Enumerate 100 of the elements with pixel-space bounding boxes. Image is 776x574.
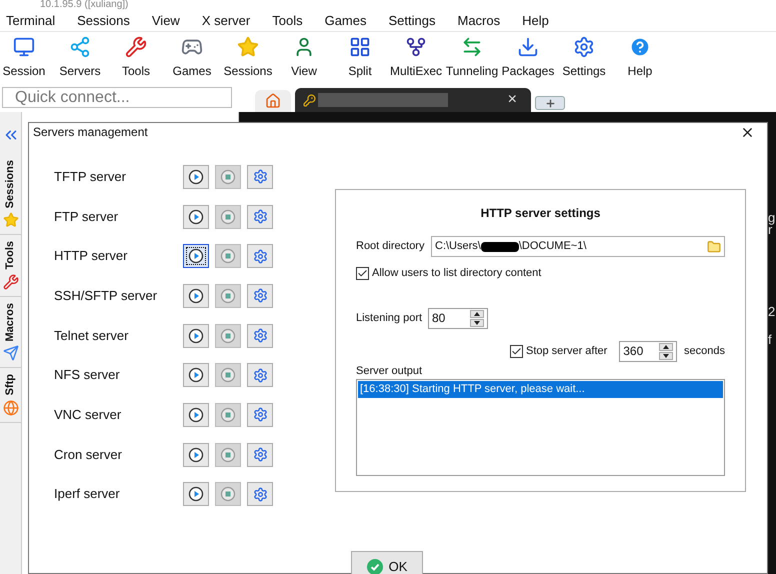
toolbar-button[interactable]: Help: [612, 36, 668, 80]
field-label: Listening port: [356, 310, 424, 326]
menu-item[interactable]: Terminal: [4, 10, 58, 30]
menu-item[interactable]: Macros: [455, 10, 502, 30]
stop-button[interactable]: [215, 244, 241, 268]
stop-button[interactable]: [215, 442, 241, 467]
play-icon: [188, 208, 204, 224]
dialog-title: Servers management: [33, 124, 149, 141]
toolbar-button[interactable]: Tools: [108, 36, 164, 80]
toolbar-button[interactable]: Session: [0, 36, 52, 80]
home-icon: [265, 93, 281, 109]
configure-button[interactable]: [247, 363, 273, 388]
play-icon: [188, 446, 204, 463]
menu-item[interactable]: X server: [200, 10, 252, 30]
toolbar-button[interactable]: Packages: [500, 36, 556, 80]
menu-item[interactable]: Sessions: [75, 10, 132, 30]
start-button[interactable]: [183, 363, 209, 388]
play-icon: [188, 288, 204, 304]
stop-icon: [220, 367, 236, 384]
settings-icon: [573, 36, 595, 58]
stop-icon: [220, 168, 236, 185]
side-tab[interactable]: Sessions: [0, 154, 21, 236]
configure-button[interactable]: [247, 402, 273, 427]
menu-item[interactable]: View: [150, 10, 182, 30]
toolbar-button[interactable]: Sessions: [220, 36, 276, 80]
terminal-text: r: [768, 224, 772, 236]
root-directory-field[interactable]: C:\Users\ \DOCUME~1\: [431, 236, 725, 257]
spin-field[interactable]: 360: [619, 340, 678, 362]
start-button[interactable]: [183, 244, 209, 268]
toolbar-button[interactable]: Games: [164, 36, 220, 80]
fork-icon: [405, 36, 427, 58]
side-tab[interactable]: Tools: [0, 235, 21, 297]
quick-connect-field[interactable]: Quick connect...: [2, 87, 232, 108]
server-label: SSH/SFTP server: [54, 287, 158, 306]
stop-button[interactable]: [215, 482, 241, 506]
terminal-text: 2: [768, 306, 776, 318]
start-button[interactable]: [183, 204, 209, 228]
new-tab-button[interactable]: [535, 96, 565, 110]
arrows-icon: [461, 36, 483, 58]
checkbox-label: Allow users to list directory content: [372, 266, 542, 281]
field-label: Server output: [356, 364, 424, 378]
configure-button[interactable]: [247, 442, 273, 467]
close-tab-button[interactable]: ×: [508, 88, 517, 112]
checkbox[interactable]: [510, 344, 523, 358]
ok-button[interactable]: OK: [351, 551, 423, 574]
stop-icon: [220, 208, 236, 224]
configure-button[interactable]: [247, 284, 273, 308]
spin-field[interactable]: 80: [428, 308, 488, 328]
start-button[interactable]: [183, 482, 209, 506]
server-label: Cron server: [54, 446, 123, 464]
configure-button[interactable]: [247, 204, 273, 228]
download-icon: [517, 36, 539, 58]
stop-button[interactable]: [215, 284, 241, 308]
toolbar-button[interactable]: Settings: [556, 36, 612, 80]
star-icon: [237, 36, 259, 58]
stop-icon: [220, 328, 236, 344]
stop-button[interactable]: [215, 402, 241, 427]
menu-item[interactable]: Games: [322, 10, 368, 30]
session-tab[interactable]: ×: [295, 88, 531, 112]
side-tab[interactable]: Macros: [0, 296, 21, 368]
toolbar-button[interactable]: MultiExec: [388, 36, 444, 80]
start-button[interactable]: [183, 402, 209, 427]
play-icon: [188, 486, 204, 502]
stop-button[interactable]: [215, 324, 241, 348]
spin-arrows-icon[interactable]: [468, 310, 486, 326]
stop-button[interactable]: [215, 204, 241, 228]
field-label: Root directory: [356, 239, 426, 254]
play-icon: [188, 328, 204, 344]
start-button[interactable]: [183, 324, 209, 348]
server-label: Iperf server: [54, 485, 121, 504]
toolbar-button[interactable]: Split: [332, 36, 388, 80]
configure-button[interactable]: [247, 164, 273, 189]
stop-button[interactable]: [215, 164, 241, 189]
paper-plane-icon: [2, 345, 18, 362]
configure-button[interactable]: [247, 324, 273, 348]
menu-item[interactable]: Help: [520, 10, 551, 30]
checkbox[interactable]: [356, 266, 369, 280]
start-button[interactable]: [183, 284, 209, 308]
menu-item[interactable]: Tools: [270, 10, 305, 30]
start-button[interactable]: [183, 164, 209, 189]
window-title: 10.1.95.9 ([xuliang]): [40, 0, 130, 10]
key-icon: [303, 94, 316, 106]
toolbar-button[interactable]: Tunneling: [444, 36, 500, 80]
stop-icon: [220, 486, 236, 502]
server-label: HTTP server: [54, 247, 128, 266]
stop-icon: [220, 288, 236, 304]
configure-button[interactable]: [247, 482, 273, 506]
plus-icon: [544, 98, 556, 108]
menu-item[interactable]: Settings: [386, 10, 438, 30]
side-tab[interactable]: Sftp: [0, 368, 21, 423]
checkbox-label: Stop server after: [526, 344, 608, 359]
stop-icon: [220, 446, 236, 463]
start-button[interactable]: [183, 442, 209, 467]
home-tab[interactable]: [255, 90, 291, 112]
terminal-text: g: [768, 212, 776, 224]
toolbar-button[interactable]: Servers: [52, 36, 108, 80]
toolbar-button[interactable]: View: [276, 36, 332, 80]
configure-button[interactable]: [247, 244, 273, 268]
stop-button[interactable]: [215, 363, 241, 388]
spin-arrows-icon[interactable]: [657, 342, 676, 360]
